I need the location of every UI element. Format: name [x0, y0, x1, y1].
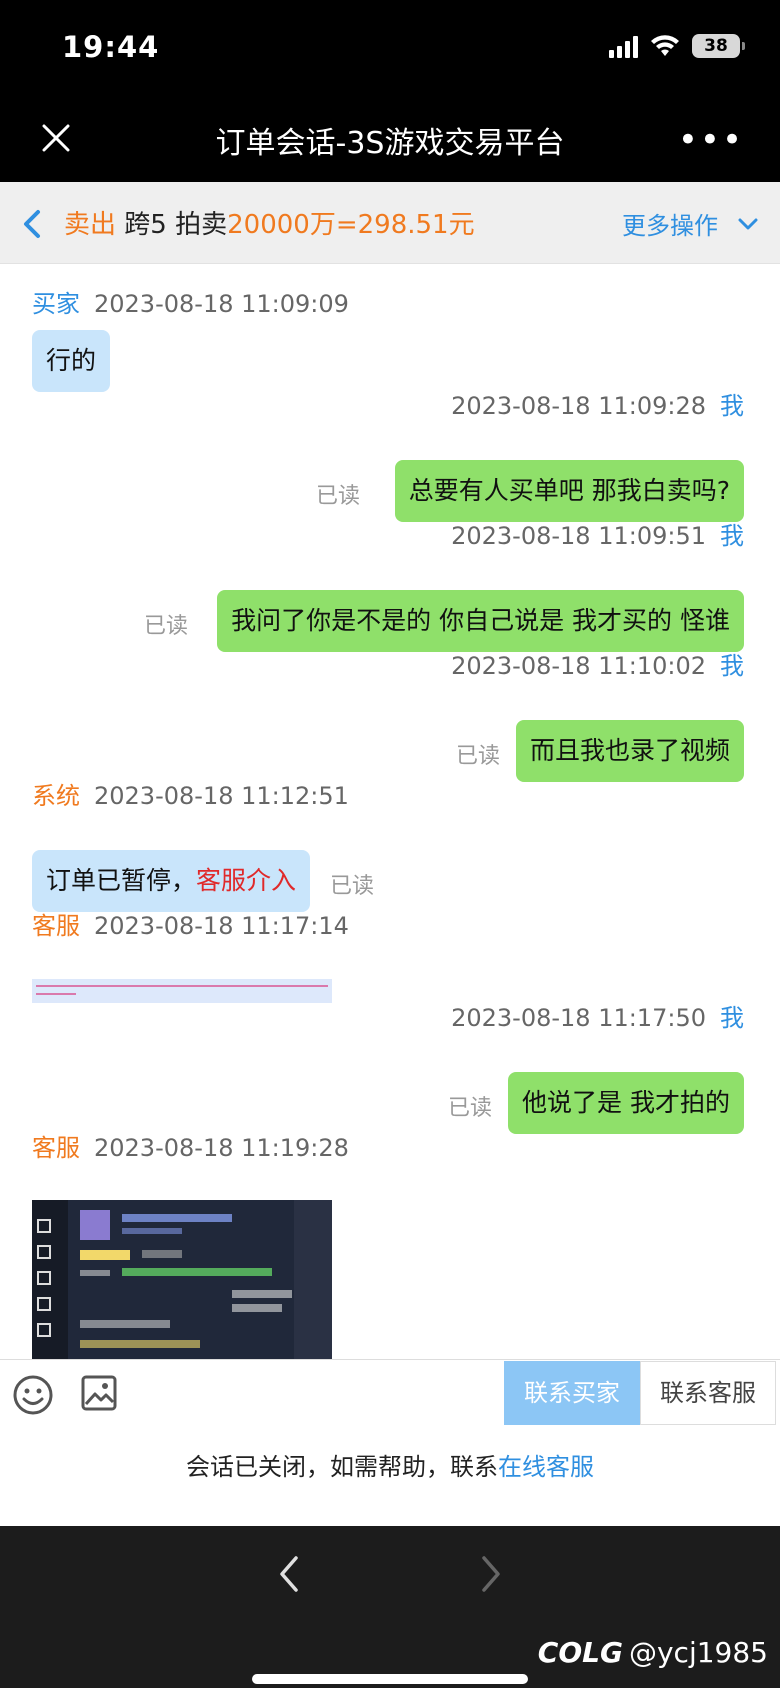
message-header: 客服 2023-08-18 11:17:14: [32, 906, 349, 941]
watermark: COLG @ycj1985: [538, 1636, 768, 1669]
game-screenshot-image[interactable]: [32, 1200, 332, 1359]
order-mode: 拍卖: [175, 210, 228, 240]
message-header: 2023-08-18 11:17:50 我: [451, 998, 744, 1033]
page-title: 订单会话-3S游戏交易平台: [215, 126, 565, 161]
message-time: 2023-08-18 11:10:02: [451, 652, 706, 680]
read-status: 已读: [316, 484, 361, 509]
message-time: 2023-08-18 11:09:28: [451, 392, 706, 420]
status-bar: 19:44 38: [0, 0, 780, 100]
status-icons: 38: [609, 34, 745, 58]
sender-role: 我: [720, 652, 744, 680]
message-header: 2023-08-18 11:09:51 我: [451, 516, 744, 551]
message-text: 订单已暂停，: [46, 866, 197, 895]
sender-role: 买家: [32, 290, 80, 318]
sender-role: 我: [720, 392, 744, 420]
chat-area[interactable]: 买家 2023-08-18 11:09:09 行的 2023-08-18 11:0…: [0, 264, 780, 1359]
message-bubble[interactable]: 他说了是 我才拍的: [508, 1072, 744, 1134]
more-actions-label: 更多操作: [622, 212, 718, 240]
order-price: 20000万=298.51元: [227, 210, 475, 240]
notice-image[interactable]: [32, 979, 332, 1003]
message-time: 2023-08-18 11:19:28: [94, 1134, 349, 1162]
sender-role: 我: [720, 522, 744, 550]
status-time: 19:44: [62, 30, 160, 64]
emoji-icon[interactable]: [12, 1374, 54, 1416]
title-bar: 订单会话-3S游戏交易平台 •••: [0, 100, 780, 182]
message-bubble[interactable]: 总要有人买单吧 那我白卖吗?: [394, 460, 744, 522]
sender-role: 系统: [32, 782, 80, 810]
read-status: 已读: [448, 1096, 493, 1121]
sender-role: 我: [720, 1004, 744, 1032]
order-server: 跨5: [124, 210, 167, 240]
message-time: 2023-08-18 11:12:51: [94, 782, 349, 810]
message-time: 2023-08-18 11:17:50: [451, 1004, 706, 1032]
battery-icon: 38: [692, 34, 745, 58]
browser-bottom-nav: COLG @ycj1985: [0, 1526, 780, 1688]
contact-buyer-button[interactable]: 联系买家: [504, 1361, 640, 1425]
browser-forward-icon[interactable]: [476, 1552, 506, 1596]
message-bubble[interactable]: 行的: [32, 330, 111, 392]
order-summary: 卖出 跨5 拍卖20000万=298.51元: [64, 204, 475, 241]
read-status: 已读: [144, 614, 189, 639]
sender-role: 客服: [32, 912, 80, 940]
more-actions-button[interactable]: 更多操作: [622, 206, 758, 241]
online-service-link[interactable]: 在线客服: [498, 1453, 594, 1481]
back-chevron-icon[interactable]: [18, 204, 48, 244]
wifi-icon: [651, 35, 679, 56]
watermark-user: @ycj1985: [628, 1636, 768, 1669]
read-status: 已读: [456, 744, 501, 769]
home-indicator: [252, 1674, 528, 1684]
item-tooltip-graphic: [32, 1200, 332, 1359]
watermark-brand: COLG: [537, 1636, 623, 1669]
message-header: 2023-08-18 11:09:28 我: [451, 386, 744, 421]
message-bubble[interactable]: 我问了你是不是的 你自己说是 我才买的 怪谁: [217, 590, 744, 652]
sender-role: 客服: [32, 1134, 80, 1162]
input-bar: 联系买家 联系客服: [0, 1359, 780, 1439]
image-icon[interactable]: [80, 1374, 118, 1412]
more-menu-button[interactable]: •••: [678, 120, 744, 160]
browser-back-icon[interactable]: [274, 1552, 304, 1596]
order-type: 卖出: [64, 210, 117, 240]
message-time: 2023-08-18 11:17:14: [94, 912, 349, 940]
chevron-down-icon: [738, 218, 758, 229]
session-closed-text: 会话已关闭，如需帮助，联系: [186, 1453, 498, 1481]
message-bubble[interactable]: 而且我也录了视频: [515, 720, 744, 782]
service-intervention-link[interactable]: 客服介入: [196, 866, 296, 895]
message-header: 客服 2023-08-18 11:19:28: [32, 1128, 349, 1163]
session-closed-notice: 会话已关闭，如需帮助，联系在线客服: [0, 1439, 780, 1526]
message-header: 系统 2023-08-18 11:12:51: [32, 776, 349, 811]
message-time: 2023-08-18 11:09:09: [94, 290, 349, 318]
message-time: 2023-08-18 11:09:51: [451, 522, 706, 550]
order-header: 卖出 跨5 拍卖20000万=298.51元 更多操作: [0, 182, 780, 264]
message-bubble[interactable]: 订单已暂停，客服介入: [32, 850, 311, 912]
read-status: 已读: [330, 874, 375, 899]
cellular-signal-icon: [609, 34, 638, 58]
message-header: 2023-08-18 11:10:02 我: [451, 646, 744, 681]
contact-service-button[interactable]: 联系客服: [640, 1361, 776, 1425]
message-header: 买家 2023-08-18 11:09:09: [32, 284, 349, 319]
